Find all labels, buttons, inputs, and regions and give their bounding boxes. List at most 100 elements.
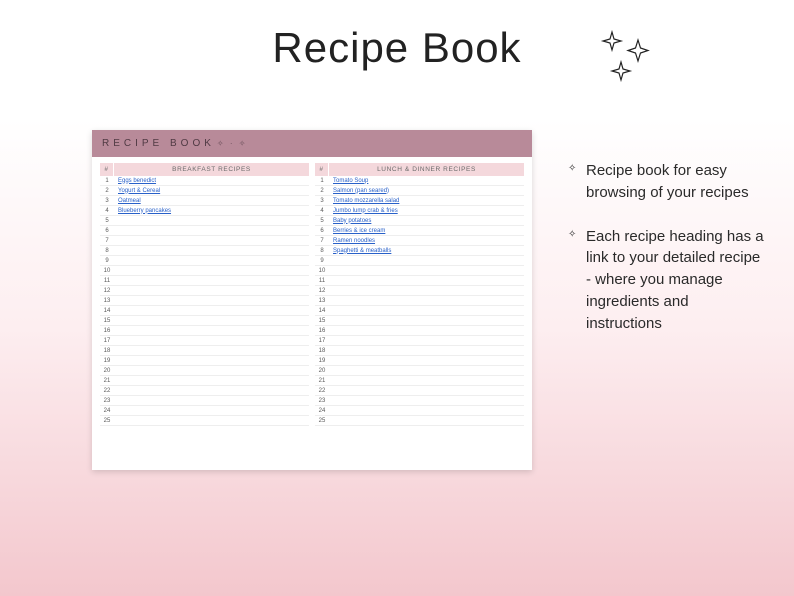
empty-cell	[329, 366, 524, 375]
empty-cell	[114, 246, 309, 255]
column-header: #BREAKFAST RECIPES	[100, 163, 309, 176]
table-row: 14	[315, 306, 524, 316]
row-number: 11	[100, 276, 114, 285]
table-row: 23	[100, 396, 309, 406]
table-row: 8Spaghetti & meatballs	[315, 246, 524, 256]
table-row: 16	[315, 326, 524, 336]
table-row: 10	[100, 266, 309, 276]
table-row: 1Eggs benedict	[100, 176, 309, 186]
empty-cell	[114, 316, 309, 325]
recipe-link[interactable]: Yogurt & Cereal	[114, 186, 309, 195]
row-number: 10	[100, 266, 114, 275]
table-row: 12	[100, 286, 309, 296]
table-row: 12	[315, 286, 524, 296]
empty-cell	[329, 306, 524, 315]
recipe-link[interactable]: Blueberry pancakes	[114, 206, 309, 215]
table-row: 3Tomato mozzarella salad	[315, 196, 524, 206]
recipe-link[interactable]: Spaghetti & meatballs	[329, 246, 524, 255]
row-number: 16	[100, 326, 114, 335]
table-row: 18	[100, 346, 309, 356]
row-number: 12	[315, 286, 329, 295]
table-row: 13	[315, 296, 524, 306]
recipe-link[interactable]: Jumbo lump crab & fries	[329, 206, 524, 215]
row-number: 24	[100, 406, 114, 415]
table-row: 2Yogurt & Cereal	[100, 186, 309, 196]
row-number: 5	[315, 216, 329, 225]
recipe-sheet: RECIPE BOOK ✧ · ✧ #BREAKFAST RECIPES1Egg…	[92, 130, 532, 470]
empty-cell	[114, 326, 309, 335]
recipe-link[interactable]: Tomato Soup	[329, 176, 524, 185]
empty-cell	[114, 406, 309, 415]
row-number: 13	[100, 296, 114, 305]
sparkle-icon: ✧ · ✧	[217, 139, 248, 148]
table-row: 4Blueberry pancakes	[100, 206, 309, 216]
empty-cell	[114, 356, 309, 365]
recipe-link[interactable]: Baby potatoes	[329, 216, 524, 225]
table-row: 17	[315, 336, 524, 346]
empty-cell	[329, 376, 524, 385]
empty-cell	[114, 226, 309, 235]
recipe-link[interactable]: Tomato mozzarella salad	[329, 196, 524, 205]
table-row: 24	[100, 406, 309, 416]
table-row: 7	[100, 236, 309, 246]
empty-cell	[114, 236, 309, 245]
empty-cell	[114, 366, 309, 375]
row-number: 11	[315, 276, 329, 285]
empty-cell	[114, 346, 309, 355]
empty-cell	[329, 326, 524, 335]
row-number: 9	[315, 256, 329, 265]
table-row: 15	[100, 316, 309, 326]
empty-cell	[329, 406, 524, 415]
row-number: 14	[100, 306, 114, 315]
recipe-link[interactable]: Eggs benedict	[114, 176, 309, 185]
table-row: 4Jumbo lump crab & fries	[315, 206, 524, 216]
row-number: 15	[100, 316, 114, 325]
table-row: 17	[100, 336, 309, 346]
row-number: 23	[315, 396, 329, 405]
row-number: 23	[100, 396, 114, 405]
recipe-link[interactable]: Oatmeal	[114, 196, 309, 205]
recipe-link[interactable]: Salmon (pan seared)	[329, 186, 524, 195]
page-title: Recipe Book	[0, 24, 794, 72]
recipe-link[interactable]: Berries & ice cream	[329, 226, 524, 235]
table-row: 13	[100, 296, 309, 306]
row-number: 18	[315, 346, 329, 355]
row-number: 24	[315, 406, 329, 415]
empty-cell	[114, 216, 309, 225]
recipe-column: #BREAKFAST RECIPES1Eggs benedict2Yogurt …	[100, 163, 309, 426]
row-number: 17	[315, 336, 329, 345]
empty-cell	[329, 296, 524, 305]
empty-cell	[329, 416, 524, 425]
recipe-link[interactable]: Ramen noodles	[329, 236, 524, 245]
row-number: 12	[100, 286, 114, 295]
row-number: 2	[100, 186, 114, 195]
row-number: 8	[315, 246, 329, 255]
row-number: 13	[315, 296, 329, 305]
table-row: 16	[100, 326, 309, 336]
empty-cell	[114, 266, 309, 275]
empty-cell	[329, 316, 524, 325]
table-row: 19	[315, 356, 524, 366]
table-row: 5	[100, 216, 309, 226]
recipe-column: #LUNCH & DINNER RECIPES1Tomato Soup2Salm…	[315, 163, 524, 426]
table-row: 3Oatmeal	[100, 196, 309, 206]
row-number: 21	[315, 376, 329, 385]
sheet-header-title: RECIPE BOOK	[102, 138, 215, 149]
empty-cell	[114, 276, 309, 285]
row-number: 2	[315, 186, 329, 195]
row-number: 8	[100, 246, 114, 255]
empty-cell	[329, 336, 524, 345]
table-row: 19	[100, 356, 309, 366]
row-number: 21	[100, 376, 114, 385]
row-number: 22	[100, 386, 114, 395]
row-number: 1	[100, 176, 114, 185]
table-row: 22	[100, 386, 309, 396]
feature-bullet: Recipe book for easy browsing of your re…	[568, 160, 768, 204]
row-number: 15	[315, 316, 329, 325]
row-number: 20	[315, 366, 329, 375]
table-row: 5Baby potatoes	[315, 216, 524, 226]
table-row: 23	[315, 396, 524, 406]
empty-cell	[114, 416, 309, 425]
empty-cell	[329, 386, 524, 395]
table-row: 1Tomato Soup	[315, 176, 524, 186]
